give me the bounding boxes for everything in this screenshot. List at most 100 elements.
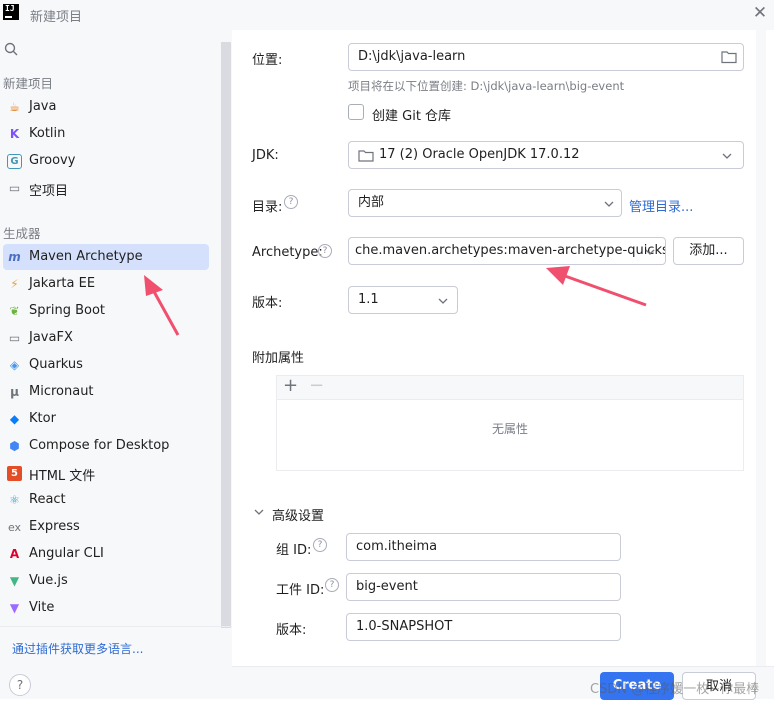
compose-icon: ⬢ — [9, 439, 20, 453]
archetype-select[interactable]: che.maven.archetypes:maven-archetype-qui… — [348, 237, 666, 265]
jdk-folder-icon — [358, 150, 374, 162]
sidebar-item-label: React — [29, 492, 66, 507]
sidebar-item-label: Micronaut — [29, 384, 94, 399]
artifact-id-field[interactable]: big-event — [346, 573, 621, 601]
archetype-help-icon[interactable]: ? — [318, 244, 332, 258]
sidebar-item-java[interactable]: ☕ Java — [3, 94, 209, 120]
chevron-down-icon — [438, 298, 448, 304]
sidebar-scrollbar[interactable] — [221, 42, 231, 628]
sidebar-item-label: Groovy — [29, 153, 76, 168]
sidebar: 新建项目 ☕ Java K Kotlin G Groovy ▭ 空项目 生成器 … — [0, 30, 232, 699]
group-id-label: 组 ID: — [276, 543, 312, 558]
props-toolbar: + − — [277, 375, 743, 400]
sidebar-item-react[interactable]: ⚛ React — [3, 487, 209, 513]
java-icon: ☕ — [9, 100, 20, 114]
html-icon: 5 — [7, 466, 22, 481]
sidebar-item-javafx[interactable]: ▭ JavaFX — [3, 325, 209, 351]
sidebar-item-express[interactable]: ex Express — [3, 514, 209, 540]
advanced-settings-toggle[interactable]: 高级设置 — [272, 505, 324, 524]
main-scrollbar[interactable] — [756, 30, 766, 699]
chevron-down-icon — [604, 201, 614, 207]
sidebar-item-quarkus[interactable]: ◈ Quarkus — [3, 352, 209, 378]
remove-icon[interactable]: − — [309, 375, 324, 396]
archetype-label: Archetype: — [252, 245, 323, 260]
window-title: 新建项目 — [30, 10, 83, 25]
artifact-version-label: 版本: — [276, 623, 307, 638]
sidebar-item-vite[interactable]: ▼ Vite — [3, 595, 209, 621]
chevron-down-icon — [722, 153, 732, 159]
sidebar-item-micronaut[interactable]: μ Micronaut — [3, 379, 209, 405]
sidebar-item-compose-for-desktop[interactable]: ⬢ Compose for Desktop — [3, 433, 209, 459]
sidebar-item-jakarta-ee[interactable]: ⚡ Jakarta EE — [3, 271, 209, 297]
sidebar-item-label: HTML 文件 — [29, 469, 96, 484]
sidebar-item-label: JavaFX — [29, 330, 73, 345]
sidebar-item-empty-project[interactable]: ▭ 空项目 — [3, 175, 209, 201]
folder-icon[interactable] — [721, 50, 737, 64]
section-new-project: 新建项目 — [3, 76, 54, 91]
sidebar-item-spring-boot[interactable]: ❦ Spring Boot — [3, 298, 209, 324]
catalog-select[interactable]: 内部 — [348, 189, 622, 217]
groovy-icon: G — [7, 154, 22, 169]
micronaut-icon: μ — [10, 385, 19, 399]
collapse-chevron-icon[interactable] — [254, 507, 264, 517]
vue-icon: ▼ — [9, 574, 20, 588]
sidebar-item-label: Compose for Desktop — [29, 438, 170, 453]
sidebar-item-maven-archetype[interactable]: m Maven Archetype — [3, 244, 209, 270]
watermark: CSDN @程序媛一枚~你最棒 — [590, 682, 760, 697]
javafx-icon: ▭ — [8, 331, 21, 345]
archetype-value: che.maven.archetypes:maven-archetype-qui… — [355, 243, 666, 258]
sidebar-item-groovy[interactable]: G Groovy — [3, 148, 209, 174]
location-hint: 项目将在以下位置创建: D:\jdk\java-learn\big-event — [348, 79, 625, 93]
sidebar-item-html-file[interactable]: 5 HTML 文件 — [3, 460, 209, 486]
sidebar-item-angular-cli[interactable]: A Angular CLI — [3, 541, 209, 567]
sidebar-item-ktor[interactable]: ◆ Ktor — [3, 406, 209, 432]
search-input[interactable] — [22, 40, 218, 62]
quarkus-icon: ◈ — [9, 358, 20, 372]
catalog-label: 目录: — [252, 200, 283, 215]
chevron-down-icon — [645, 249, 655, 255]
catalog-help-icon[interactable]: ? — [284, 195, 298, 209]
add-archetype-button[interactable]: 添加... — [673, 237, 744, 265]
help-button[interactable]: ? — [9, 674, 31, 696]
version-label: 版本: — [252, 296, 283, 311]
version-value: 1.1 — [358, 292, 379, 307]
sidebar-item-label: Java — [29, 99, 57, 114]
sidebar-item-label: Quarkus — [29, 357, 83, 372]
sidebar-item-label: Ktor — [29, 411, 56, 426]
group-id-field[interactable]: com.itheima — [346, 533, 621, 561]
location-label: 位置: — [252, 53, 283, 68]
intellij-logo-icon: IJ — [3, 4, 19, 20]
angular-icon: A — [9, 547, 20, 561]
jdk-value: 17 (2) Oracle OpenJDK 17.0.12 — [379, 147, 580, 162]
plugins-link[interactable]: 通过插件获取更多语言... — [12, 640, 143, 657]
location-value: D:\jdk\java-learn — [358, 49, 466, 64]
group-id-value: com.itheima — [356, 539, 438, 554]
sidebar-divider — [0, 626, 232, 627]
sidebar-item-label: Spring Boot — [29, 303, 106, 318]
vite-icon: ▼ — [9, 601, 20, 615]
manage-catalogs-link[interactable]: 管理目录... — [629, 196, 693, 215]
spring-boot-icon: ❦ — [9, 304, 20, 318]
jdk-select[interactable]: 17 (2) Oracle OpenJDK 17.0.12 — [348, 141, 744, 169]
additional-props-table: + − 无属性 — [276, 375, 744, 471]
artifact-version-field[interactable]: 1.0-SNAPSHOT — [346, 613, 621, 641]
artifact-id-value: big-event — [356, 579, 418, 594]
location-field[interactable]: D:\jdk\java-learn — [348, 43, 744, 71]
jdk-label: JDK: — [252, 148, 279, 163]
add-icon[interactable]: + — [283, 375, 298, 396]
group-id-help-icon[interactable]: ? — [313, 538, 327, 552]
artifact-id-help-icon[interactable]: ? — [325, 578, 339, 592]
sidebar-item-label: Jakarta EE — [29, 276, 96, 291]
artifact-version-value: 1.0-SNAPSHOT — [356, 619, 453, 634]
sidebar-item-kotlin[interactable]: K Kotlin — [3, 121, 209, 147]
git-checkbox[interactable] — [348, 104, 364, 120]
sidebar-item-label: Angular CLI — [29, 546, 104, 561]
sidebar-item-vuejs[interactable]: ▼ Vue.js — [3, 568, 209, 594]
sidebar-item-label: Vue.js — [29, 573, 68, 588]
maven-icon: m — [8, 250, 21, 264]
sidebar-item-label: 空项目 — [29, 184, 69, 199]
close-icon[interactable]: ✕ — [750, 3, 770, 23]
sidebar-item-label: Maven Archetype — [29, 249, 143, 264]
search-box[interactable] — [0, 40, 220, 62]
sidebar-item-label: Express — [29, 519, 80, 534]
